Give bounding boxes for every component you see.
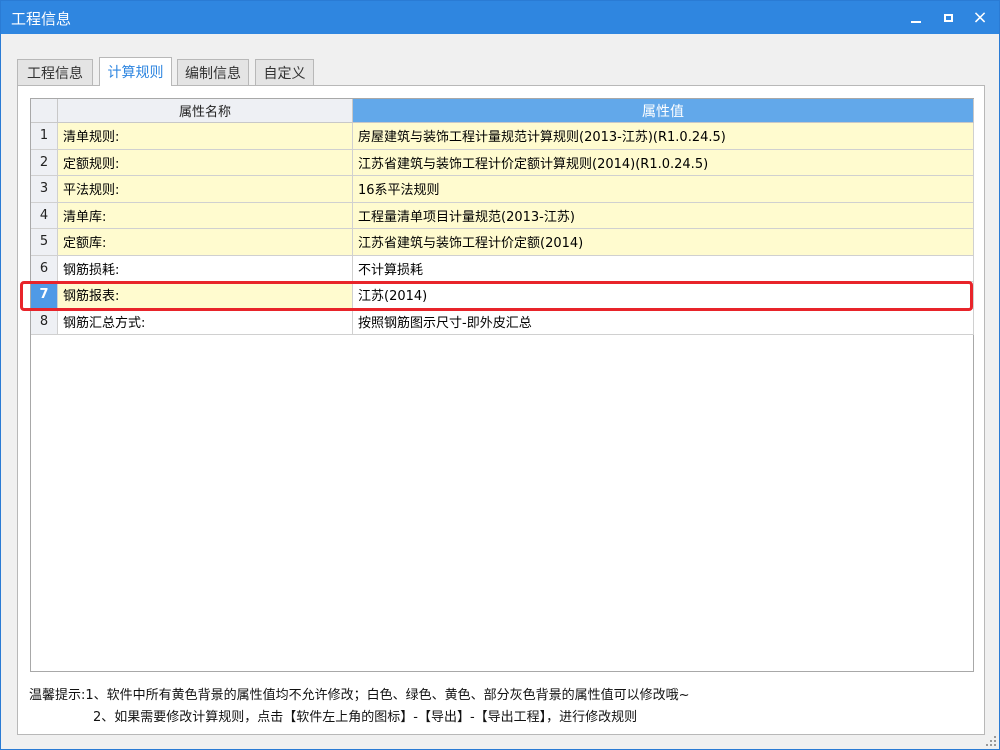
resize-grip-icon[interactable] bbox=[986, 736, 996, 746]
header-row-number bbox=[31, 99, 58, 123]
property-name-cell: 清单规则: bbox=[58, 123, 353, 150]
property-value-cell[interactable]: 江苏省建筑与装饰工程计价定额(2014) bbox=[353, 229, 974, 256]
property-name-cell: 清单库: bbox=[58, 202, 353, 229]
row-number[interactable]: 4 bbox=[31, 202, 58, 229]
property-value-cell[interactable]: 16系平法规则 bbox=[353, 176, 974, 203]
table-row-selected[interactable]: 7 钢筋报表: 江苏(2014) bbox=[31, 282, 974, 309]
table-row[interactable]: 6 钢筋损耗: 不计算损耗 bbox=[31, 255, 974, 282]
row-number[interactable]: 6 bbox=[31, 255, 58, 282]
minimize-icon bbox=[911, 20, 921, 23]
table-row[interactable]: 8 钢筋汇总方式: 按照钢筋图示尺寸-即外皮汇总 bbox=[31, 308, 974, 335]
property-value-cell[interactable]: 江苏(2014) bbox=[353, 282, 974, 309]
minimize-button[interactable] bbox=[901, 1, 931, 34]
row-number[interactable]: 3 bbox=[31, 176, 58, 203]
property-name-cell: 定额规则: bbox=[58, 149, 353, 176]
property-name-cell: 平法规则: bbox=[58, 176, 353, 203]
table-row[interactable]: 2 定额规则: 江苏省建筑与装饰工程计价定额计算规则(2014)(R1.0.24… bbox=[31, 149, 974, 176]
property-value-cell[interactable]: 按照钢筋图示尺寸-即外皮汇总 bbox=[353, 308, 974, 335]
property-value-cell[interactable]: 房屋建筑与装饰工程计量规范计算规则(2013-江苏)(R1.0.24.5) bbox=[353, 123, 974, 150]
hint-line-2: 2、如果需要修改计算规则，点击【软件左上角的图标】-【导出】-【导出工程】，进行… bbox=[93, 710, 638, 725]
header-property-value[interactable]: 属性值 bbox=[353, 99, 974, 123]
row-number[interactable]: 7 bbox=[31, 282, 58, 309]
tab-custom[interactable]: 自定义 bbox=[255, 59, 314, 85]
property-value-cell[interactable]: 工程量清单项目计量规范(2013-江苏) bbox=[353, 202, 974, 229]
property-value-cell[interactable]: 江苏省建筑与装饰工程计价定额计算规则(2014)(R1.0.24.5) bbox=[353, 149, 974, 176]
row-number[interactable]: 2 bbox=[31, 149, 58, 176]
window-title: 工程信息 bbox=[11, 10, 72, 28]
property-value-cell[interactable]: 不计算损耗 bbox=[353, 255, 974, 282]
table-row[interactable]: 4 清单库: 工程量清单项目计量规范(2013-江苏) bbox=[31, 202, 974, 229]
close-button[interactable]: × bbox=[965, 1, 995, 34]
hint-line-1: 温馨提示:1、软件中所有黄色背景的属性值均不允许修改；白色、绿色、黄色、部分灰色… bbox=[29, 688, 690, 703]
table-row[interactable]: 1 清单规则: 房屋建筑与装饰工程计量规范计算规则(2013-江苏)(R1.0.… bbox=[31, 123, 974, 150]
title-bar[interactable]: 工程信息 × bbox=[1, 1, 999, 34]
property-name-cell: 钢筋损耗: bbox=[58, 255, 353, 282]
property-name-cell: 钢筋汇总方式: bbox=[58, 308, 353, 335]
tab-compile-info[interactable]: 编制信息 bbox=[177, 59, 249, 85]
close-icon: × bbox=[972, 7, 988, 28]
table-row[interactable]: 3 平法规则: 16系平法规则 bbox=[31, 176, 974, 203]
row-number[interactable]: 8 bbox=[31, 308, 58, 335]
maximize-icon bbox=[943, 13, 953, 22]
tab-panel: 属性名称 属性值 1 清单规则: 房屋建筑与装饰工程计量规范计算规则(2013-… bbox=[17, 85, 985, 735]
property-name-cell: 定额库: bbox=[58, 229, 353, 256]
tab-project-info[interactable]: 工程信息 bbox=[17, 59, 93, 85]
property-grid: 属性名称 属性值 1 清单规则: 房屋建筑与装饰工程计量规范计算规则(2013-… bbox=[30, 98, 974, 672]
maximize-button[interactable] bbox=[933, 1, 963, 34]
row-number[interactable]: 1 bbox=[31, 123, 58, 150]
tab-calc-rules[interactable]: 计算规则 bbox=[99, 57, 172, 86]
table-row[interactable]: 5 定额库: 江苏省建筑与装饰工程计价定额(2014) bbox=[31, 229, 974, 256]
project-info-window: 工程信息 × 工程信息 计算规则 编制信息 自定义 属性名称 属性值 1 清单规… bbox=[0, 0, 1000, 750]
property-name-cell: 钢筋报表: bbox=[58, 282, 353, 309]
header-property-name[interactable]: 属性名称 bbox=[58, 99, 353, 123]
row-number[interactable]: 5 bbox=[31, 229, 58, 256]
